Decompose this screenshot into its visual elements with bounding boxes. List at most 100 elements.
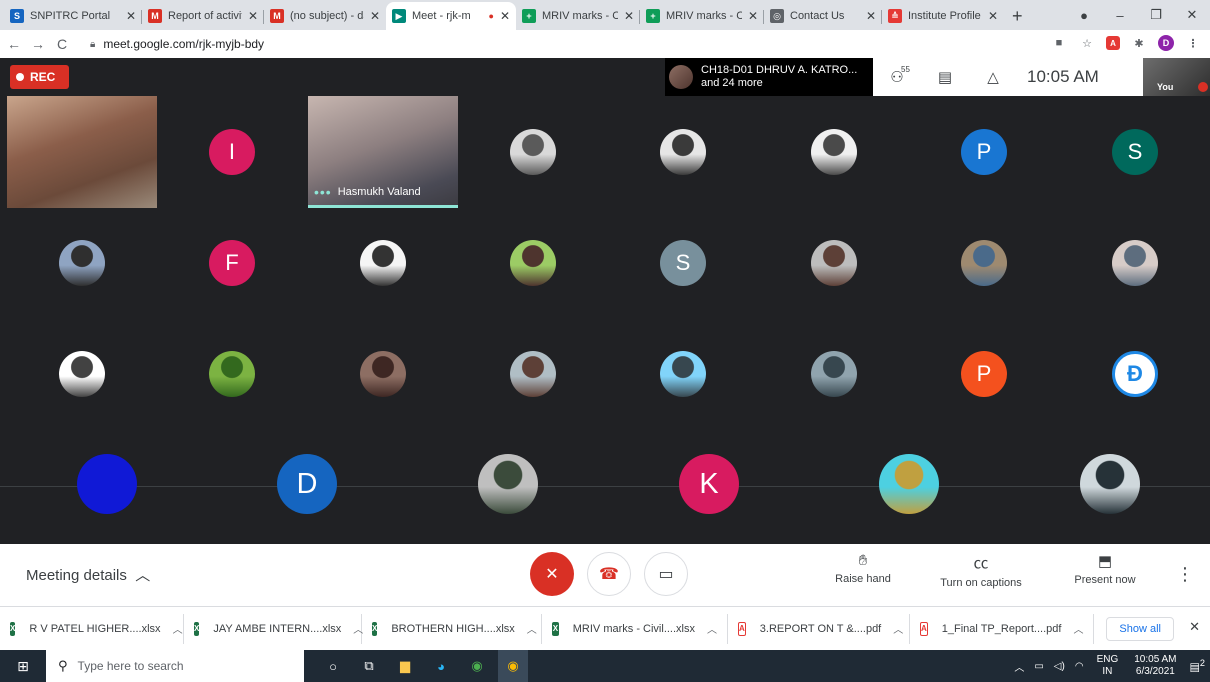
participant-tile[interactable]: F [209,240,255,286]
download-item[interactable]: A 1_Final TP_Report....pdf ︿ [910,613,1094,644]
participant-tile[interactable] [510,129,556,175]
download-options-icon[interactable]: ︿ [527,621,537,636]
taskbar-search-box[interactable]: ⚲ Type here to search [46,650,304,682]
download-item[interactable]: X JAY AMBE INTERN....xlsx ︿ [184,613,363,644]
participant-tile[interactable] [510,351,556,397]
participants-button[interactable]: ⚇ 55 [873,65,921,86]
download-item[interactable]: X MRIV marks - Civil....xlsx ︿ [542,613,728,644]
close-tab-icon[interactable]: ✕ [748,9,758,23]
pdf-extension-icon[interactable]: A [1106,36,1120,50]
close-tab-icon[interactable]: ✕ [988,9,998,23]
download-item[interactable]: X BROTHERN HIGH....xlsx ︿ [362,613,542,644]
close-tab-icon[interactable]: ✕ [866,9,876,23]
participant-tile[interactable] [59,351,105,397]
download-options-icon[interactable]: ︿ [173,621,183,636]
close-tab-icon[interactable]: ✕ [126,9,136,23]
video-tile-hasmukh[interactable]: ••• Hasmukh Valand [308,96,458,208]
browser-tab[interactable]: ▶ Meet - rjk-m ● ✕ [386,2,516,30]
meeting-details-button[interactable]: Meeting details ︿ [26,564,150,585]
participant-tile[interactable] [811,129,857,175]
present-now-button[interactable]: ⬒ Present now [1055,552,1155,586]
close-tab-icon[interactable]: ✕ [370,9,380,23]
participant-tile[interactable] [879,454,939,514]
maximize-button[interactable]: ❐ [1138,7,1174,23]
profile-avatar[interactable]: D [1158,35,1174,51]
participant-tile[interactable] [660,351,706,397]
participant-tile[interactable]: I [209,129,255,175]
language-indicator[interactable]: ENG IN [1097,654,1119,678]
close-tab-icon[interactable]: ✕ [500,9,510,23]
browser-tab[interactable]: M Report of activity ✕ [142,2,264,30]
participant-tile[interactable]: P [961,351,1007,397]
url-field[interactable]: 🔒︎ meet.google.com/rjk-myjb-bdy [90,37,264,51]
download-item[interactable]: A 3.REPORT ON T &....pdf ︿ [728,613,910,644]
participant-tile[interactable] [360,240,406,286]
battery-icon[interactable]: ▭ [1034,661,1043,672]
lock-icon[interactable]: 🔒︎ [90,39,95,50]
participant-tile[interactable]: D [277,454,337,514]
raise-hand-button[interactable]: ✋︎ Raise hand [813,552,913,585]
participant-tile[interactable]: Ð [1112,351,1158,397]
participant-tile[interactable] [510,240,556,286]
participant-tile[interactable] [77,454,137,514]
participant-tile[interactable] [478,454,538,514]
browser-tab[interactable]: ◎ Contact Us ✕ [764,2,882,30]
close-window-button[interactable]: ✕ [1174,7,1210,23]
camera-toggle-button[interactable]: ▭ [644,552,688,596]
chrome-active-icon[interactable]: ◉ [498,650,528,682]
chrome-app-icon[interactable]: ◉ [462,650,492,682]
download-options-icon[interactable]: ︿ [1073,621,1083,636]
browser-tab[interactable]: M (no subject) - dar ✕ [264,2,386,30]
forward-icon[interactable]: → [28,36,48,52]
chat-button[interactable]: ▤ [921,68,969,86]
volume-icon[interactable]: ◁︎) [1054,661,1065,672]
close-tab-icon[interactable]: ✕ [624,9,634,23]
browser-tab[interactable]: + MRIV marks - Civ ✕ [640,2,764,30]
camera-indicator-icon[interactable]: ■ [1050,34,1068,52]
mic-toggle-button[interactable]: ✕ [530,552,574,596]
show-all-downloads-button[interactable]: Show all [1106,617,1174,641]
participant-tile[interactable]: P [961,129,1007,175]
file-explorer-icon[interactable]: ▆ [390,650,420,682]
wifi-icon[interactable]: ◠ [1075,661,1084,672]
back-icon[interactable]: ← [4,36,24,52]
chrome-profile-icon[interactable]: ● [1066,8,1102,23]
browser-tab[interactable]: ≙ Institute Profile ✕ [882,2,1004,30]
edge-browser-icon[interactable]: ◕ [426,650,456,682]
participant-tile[interactable]: K [679,454,739,514]
minimize-button[interactable]: – [1102,8,1138,23]
cortana-icon[interactable]: ○ [318,650,348,682]
participant-tile[interactable] [660,129,706,175]
browser-tab[interactable]: + MRIV marks - Civ ✕ [516,2,640,30]
active-speaker-card[interactable]: CH18-D01 DHRUV A. KATRO... and 24 more [665,58,873,96]
leave-call-button[interactable]: ☎ [587,552,631,596]
download-options-icon[interactable]: ︿ [707,621,717,636]
taskbar-clock[interactable]: 10:05 AM 6/3/2021 [1134,654,1176,678]
extensions-puzzle-icon[interactable]: ✱ [1130,34,1148,52]
participant-tile[interactable] [1080,454,1140,514]
bookmark-star-icon[interactable]: ☆ [1078,34,1096,52]
activities-button[interactable]: △ [969,68,1017,86]
tray-chevron-icon[interactable]: ︿ [1014,659,1024,674]
participant-tile[interactable]: S [660,240,706,286]
participant-tile[interactable] [1112,240,1158,286]
notification-center-icon[interactable]: ▤2 [1190,658,1206,674]
more-options-icon[interactable]: ⋮ [1176,564,1194,585]
self-view-tile[interactable]: You [1143,58,1210,96]
windows-start-icon[interactable]: ⊞ [0,650,46,682]
participant-tile[interactable] [209,351,255,397]
participant-tile[interactable] [59,240,105,286]
task-view-icon[interactable]: ⧉ [354,650,384,682]
captions-button[interactable]: ㏄ Turn on captions [931,552,1031,589]
participant-tile[interactable]: S [1112,129,1158,175]
participant-tile[interactable] [811,240,857,286]
participant-tile[interactable] [360,351,406,397]
download-options-icon[interactable]: ︿ [893,621,903,636]
browser-tab[interactable]: S SNPITRC Portal ✕ [4,2,142,30]
participant-tile[interactable] [811,351,857,397]
browser-menu-icon[interactable]: ⋮ [1184,34,1202,52]
video-tile-teacher[interactable] [7,96,157,208]
close-tab-icon[interactable]: ✕ [248,9,258,23]
close-download-shelf-icon[interactable]: ✕ [1189,619,1200,635]
download-item[interactable]: X R V PATEL HIGHER....xlsx ︿ [0,613,184,644]
